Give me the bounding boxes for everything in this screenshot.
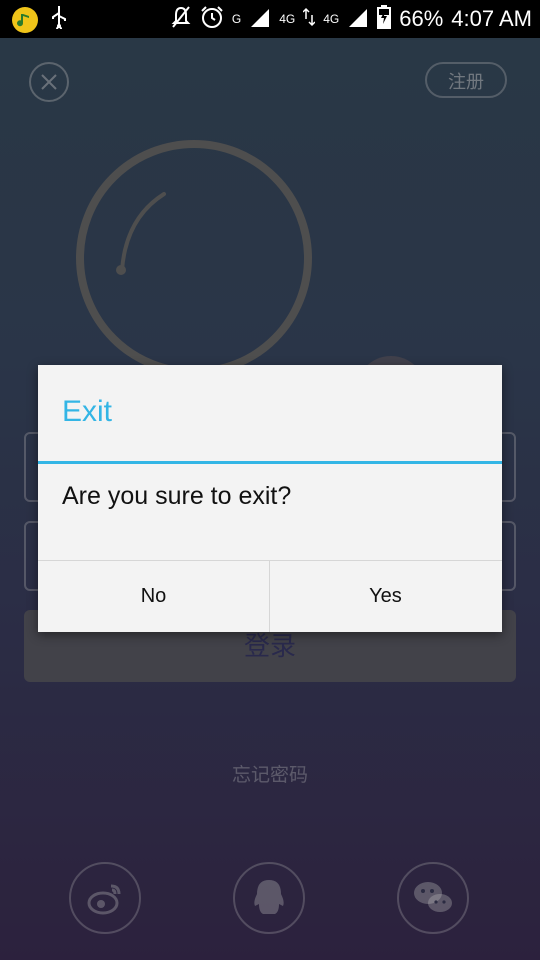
- mute-icon: [170, 5, 192, 34]
- app-icon: [12, 6, 38, 33]
- yes-button[interactable]: Yes: [270, 561, 501, 632]
- no-button[interactable]: No: [38, 561, 269, 632]
- usb-icon: [50, 5, 68, 34]
- network-type-g: G: [231, 12, 242, 26]
- data-transfer-icon: [302, 7, 316, 32]
- dialog-title-divider: [38, 461, 502, 464]
- alarm-icon: [200, 5, 224, 34]
- exit-dialog: Exit Are you sure to exit? No Yes: [38, 365, 502, 632]
- clock: 4:07 AM: [451, 6, 532, 31]
- dialog-message: Are you sure to exit?: [62, 482, 292, 510]
- signal-icon-2: [347, 7, 369, 32]
- network-type-4g-2: 4G: [323, 12, 340, 26]
- battery-percent: 66%: [399, 6, 444, 31]
- dialog-title: Exit: [62, 395, 113, 428]
- signal-icon: [249, 7, 271, 32]
- battery-icon: [377, 4, 392, 34]
- network-type-4g: 4G: [279, 12, 296, 26]
- status-bar: G 4G 4G 66% 4:07 AM: [0, 0, 540, 38]
